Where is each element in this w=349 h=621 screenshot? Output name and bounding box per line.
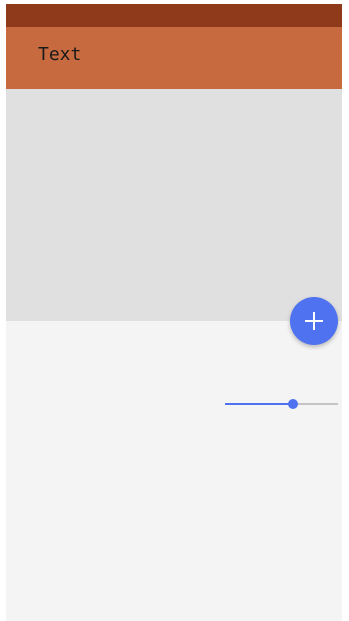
add-fab-button[interactable] — [290, 297, 338, 345]
app-bar-title: Text — [38, 44, 82, 65]
status-bar — [6, 4, 342, 27]
app-screen: Text — [6, 4, 342, 621]
slider-thumb[interactable] — [288, 399, 298, 409]
header-image-area — [6, 89, 342, 321]
value-slider[interactable] — [225, 394, 338, 414]
slider-fill — [225, 403, 293, 405]
app-bar: Text — [6, 27, 342, 89]
plus-icon — [305, 312, 323, 330]
